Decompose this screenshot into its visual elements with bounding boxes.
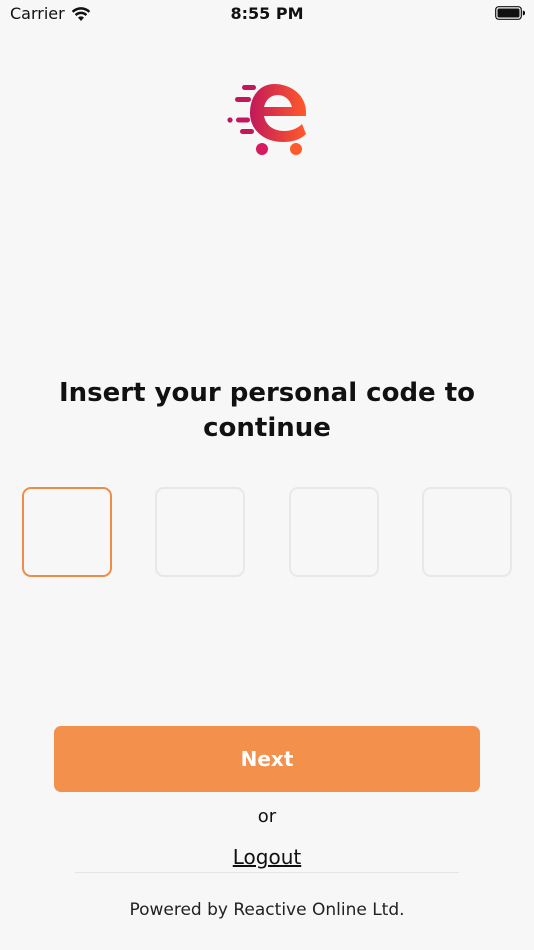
pin-code-input-group [22, 487, 512, 577]
pin-digit-input-3[interactable] [289, 487, 379, 577]
pin-screen: Carrier 8:55 PM Insert your personal cod… [0, 0, 534, 950]
pin-digit-input-1[interactable] [22, 487, 112, 577]
pin-digit-input-4[interactable] [422, 487, 512, 577]
next-button[interactable]: Next [54, 726, 480, 792]
status-bar: Carrier 8:55 PM [0, 0, 534, 30]
or-separator-label: or [257, 806, 277, 827]
cart-e-logo-icon [227, 84, 306, 155]
page-title-line-1: Insert your personal code to [58, 378, 476, 408]
battery-icon [495, 6, 525, 20]
logout-link[interactable]: Logout [0, 845, 534, 869]
divider [75, 872, 459, 873]
page-title-line-2: continue [203, 413, 331, 443]
pin-digit-input-2[interactable] [155, 487, 245, 577]
powered-by-label: Powered by Reactive Online Ltd. [129, 900, 405, 920]
status-time: 8:55 PM [230, 4, 304, 23]
page-title: Insert your personal code to continue [40, 376, 494, 446]
